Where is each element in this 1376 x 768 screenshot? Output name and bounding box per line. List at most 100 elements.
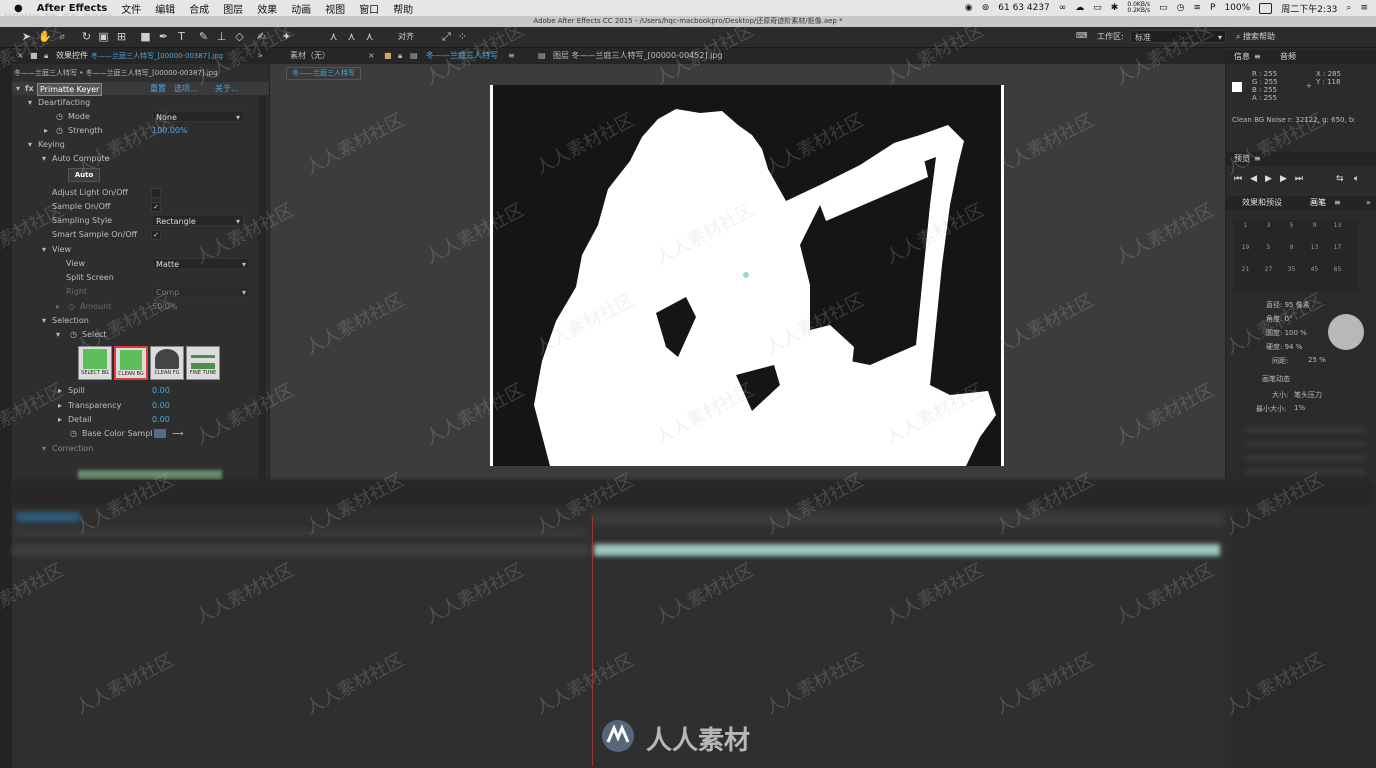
menu-composition[interactable]: 合成 — [189, 1, 209, 16]
menu-file[interactable]: 文件 — [121, 1, 141, 16]
battery-icon[interactable] — [1259, 2, 1273, 14]
brush-tip[interactable]: 17 — [1326, 244, 1349, 266]
playhead[interactable] — [592, 516, 593, 766]
close-icon[interactable]: × — [368, 48, 375, 64]
disclosure-closed-icon[interactable]: ▸ — [58, 384, 62, 397]
clock[interactable]: 周二下午2:33 — [1281, 2, 1337, 15]
amount-value[interactable]: 50.0% — [152, 300, 177, 313]
brush-tip[interactable]: 19 — [1234, 244, 1257, 266]
tab-layer[interactable]: 图层 冬——兰庭三人特写_[00000-00452].jpg — [553, 48, 723, 64]
snap-options-icon[interactable]: ⁘ — [456, 30, 469, 43]
notification-icon[interactable]: ≡ — [1360, 3, 1368, 13]
disclosure-open-icon[interactable]: ▾ — [28, 96, 32, 109]
sync-icon[interactable]: ⊚ — [982, 3, 990, 13]
tab-audio[interactable]: 音频 — [1280, 50, 1296, 64]
brush-angle[interactable]: 角度: 0° — [1266, 314, 1293, 324]
time-ruler[interactable] — [592, 512, 1224, 526]
panel-overflow-icon[interactable]: » — [1366, 196, 1371, 210]
menu-window[interactable]: 窗口 — [359, 1, 379, 16]
brush-tip[interactable]: 9 — [1280, 244, 1303, 266]
adjust-light-checkbox[interactable] — [151, 188, 161, 198]
last-frame-icon[interactable]: ⏭ — [1295, 174, 1311, 184]
sampling-style-dropdown[interactable]: Rectangle — [152, 215, 244, 227]
tab-effects-presets[interactable]: 效果和预设 — [1242, 196, 1282, 210]
search-help[interactable]: ⌕ 搜索帮助 — [1236, 31, 1275, 42]
clone-stamp-tool-icon[interactable]: ⊥ — [215, 30, 228, 43]
reset-link[interactable]: 重置 — [150, 82, 166, 95]
brush-tip[interactable]: 9 — [1303, 222, 1326, 244]
cloud-icon[interactable]: ☁ — [1075, 3, 1084, 13]
view-axis-icon[interactable]: ⋏ — [363, 30, 376, 43]
menu-effect[interactable]: 效果 — [257, 1, 277, 16]
camera-tool-icon[interactable]: ▣ — [97, 30, 110, 43]
display-icon[interactable]: ▭ — [1093, 3, 1102, 13]
tab-effect-controls[interactable]: 效果控件 — [56, 48, 88, 64]
disclosure-open-icon[interactable]: ▾ — [56, 328, 60, 341]
spill-value[interactable]: 0.00 — [152, 384, 170, 397]
strength-value[interactable]: 100.00% — [152, 124, 188, 137]
smart-sample-checkbox[interactable]: ✓ — [151, 230, 161, 240]
brush-tip-grid[interactable]: 1 3 5 9 13 19 5 9 13 17 21 27 35 45 65 — [1234, 220, 1358, 292]
tab-preview[interactable]: 预览 — [1234, 152, 1250, 166]
auto-button[interactable]: Auto — [68, 168, 100, 182]
options-link[interactable]: 选项... — [174, 82, 198, 95]
brush-roundness[interactable]: 圆度: 100 % — [1266, 328, 1307, 338]
brush-spacing-value[interactable]: 25 % — [1308, 356, 1326, 364]
fx-icon[interactable]: fx — [25, 82, 34, 95]
tab-brushes[interactable]: 画笔 — [1310, 196, 1326, 210]
layer-duration-bar[interactable] — [594, 544, 1220, 556]
input-icon[interactable]: P — [1210, 3, 1215, 13]
base-color-swatch[interactable] — [154, 429, 166, 438]
menu-icon[interactable]: ≡ — [508, 48, 515, 64]
prev-frame-icon[interactable]: ◀ — [1250, 174, 1265, 184]
disclosure-closed-icon[interactable]: ▸ — [58, 399, 62, 412]
airplay-icon[interactable]: ▭ — [1159, 3, 1168, 13]
comp-subtab[interactable]: 冬——兰庭三人特写 — [286, 67, 361, 80]
pen-tool-icon[interactable]: ✒ — [157, 30, 170, 43]
menu-layer[interactable]: 图层 — [223, 1, 243, 16]
disclosure-open-icon[interactable]: ▾ — [16, 82, 20, 95]
tab-composition[interactable]: 冬——兰庭三人特写 — [426, 48, 498, 64]
brush-tip[interactable]: 27 — [1257, 266, 1280, 288]
stopwatch-icon[interactable]: ◷ — [70, 328, 77, 341]
zoom-tool-icon[interactable]: ⌕ — [56, 30, 69, 43]
tab-footage[interactable]: 素材（无） — [290, 48, 330, 64]
tab-info[interactable]: 信息 — [1234, 50, 1250, 64]
view-dropdown[interactable]: Matte — [152, 258, 250, 270]
brush-tip[interactable]: 13 — [1326, 222, 1349, 244]
brush-tip[interactable]: 5 — [1280, 222, 1303, 244]
lock-icon[interactable]: 🔒︎ — [398, 48, 402, 64]
menu-help[interactable]: 帮助 — [393, 1, 413, 16]
wifi-icon[interactable]: ≋ — [1193, 3, 1201, 13]
brush-tip[interactable]: 65 — [1326, 266, 1349, 288]
brush-tip[interactable]: 45 — [1303, 266, 1326, 288]
next-frame-icon[interactable]: ▶ — [1280, 174, 1295, 184]
selection-tool-icon[interactable]: ➤ — [20, 30, 33, 43]
local-axis-icon[interactable]: ⋏ — [327, 30, 340, 43]
menu-icon[interactable]: ≡ — [1254, 152, 1261, 166]
disclosure-open-icon[interactable]: ▾ — [42, 243, 46, 256]
brush-tip[interactable]: 5 — [1257, 244, 1280, 266]
detail-value[interactable]: 0.00 — [152, 413, 170, 426]
disclosure-closed-icon[interactable]: ▸ — [58, 413, 62, 426]
menu-edit[interactable]: 编辑 — [155, 1, 175, 16]
type-tool-icon[interactable]: T — [175, 30, 188, 43]
loop-icon[interactable]: ⇆ — [1336, 174, 1344, 184]
play-icon[interactable]: ▶ — [1265, 174, 1280, 184]
bluetooth-icon[interactable]: ✱ — [1111, 3, 1119, 13]
tab-effect-file[interactable]: 冬——兰庭三人特写_[00000-00387].jpg — [91, 48, 223, 64]
brush-diameter[interactable]: 直径: 95 像素 — [1266, 300, 1310, 310]
stopwatch-icon[interactable]: ◷ — [56, 124, 63, 137]
first-frame-icon[interactable]: ⏮ — [1234, 174, 1250, 184]
eyedropper-icon[interactable]: ⟶ — [172, 427, 183, 440]
brush-size-value[interactable]: 笔头压力 — [1294, 390, 1322, 400]
disclosure-open-icon[interactable]: ▾ — [42, 442, 46, 455]
pan-behind-tool-icon[interactable]: ⊞ — [115, 30, 128, 43]
workspace-select[interactable]: 标准 ▾ — [1130, 30, 1226, 43]
select-bg-button[interactable]: SELECT BG — [78, 346, 112, 380]
disclosure-open-icon[interactable]: ▾ — [28, 138, 32, 151]
roto-brush-tool-icon[interactable]: ✍ — [255, 30, 268, 43]
eraser-tool-icon[interactable]: ◇ — [233, 30, 246, 43]
menu-view[interactable]: 视图 — [325, 1, 345, 16]
menu-animation[interactable]: 动画 — [291, 1, 311, 16]
